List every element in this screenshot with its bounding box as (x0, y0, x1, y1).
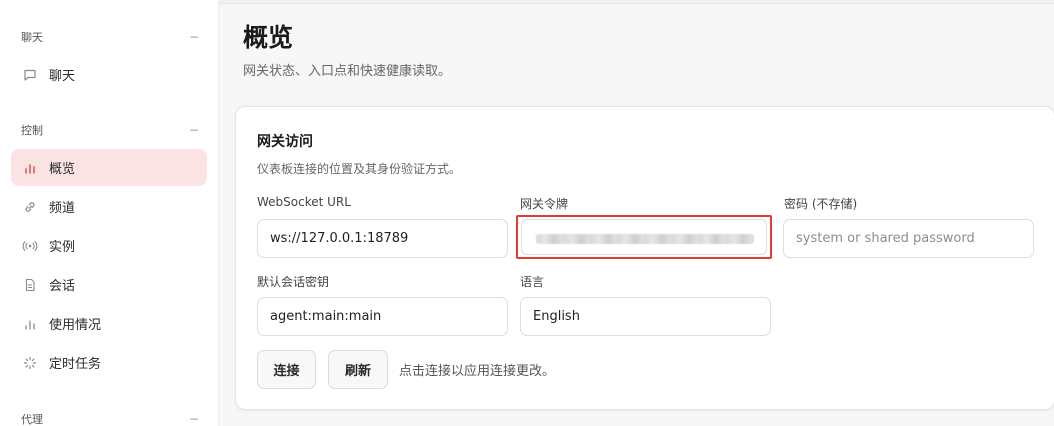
sidebar-section-label: 聊天 (21, 31, 43, 44)
sidebar: 聊天 − 聊天 控制 − 概览 频道 实例 会话 使用情况 定时任务 代理 − (0, 0, 219, 426)
main-content: 概览 网关状态、入口点和快速健康读取。 网关访问 仪表板连接的位置及其身份验证方… (219, 0, 1054, 426)
sidebar-item-label: 实例 (49, 240, 76, 255)
card-title: 网关访问 (257, 134, 313, 150)
radio-signal-icon (22, 238, 38, 254)
gateway-token-label: 网关令牌 (520, 197, 569, 211)
connect-hint: 点击连接以应用连接更改。 (399, 364, 556, 379)
sidebar-section-agent: 代理 − (21, 411, 199, 426)
sidebar-item-label: 频道 (49, 201, 76, 216)
collapse-icon[interactable]: − (189, 123, 199, 137)
app-root: 聊天 − 聊天 控制 − 概览 频道 实例 会话 使用情况 定时任务 代理 − … (0, 0, 1054, 426)
sidebar-item-label: 概览 (49, 162, 76, 177)
password-input[interactable] (783, 219, 1034, 258)
gateway-token-input[interactable] (521, 219, 767, 255)
sidebar-section-chat: 聊天 − (21, 29, 199, 45)
password-label: 密码 (不存储) (784, 197, 858, 211)
session-key-input[interactable] (257, 297, 508, 336)
sidebar-item-usage[interactable]: 使用情况 (11, 305, 207, 342)
sidebar-item-cron[interactable]: 定时任务 (11, 344, 207, 381)
language-label: 语言 (520, 275, 545, 289)
sidebar-item-label: 聊天 (49, 69, 76, 84)
page-title: 概览 (243, 23, 294, 52)
collapse-icon[interactable]: − (189, 30, 199, 44)
sidebar-section-label: 代理 (21, 413, 43, 426)
websocket-url-input[interactable] (257, 219, 508, 258)
sidebar-item-chat[interactable]: 聊天 (11, 56, 207, 93)
sidebar-item-label: 使用情况 (49, 318, 102, 333)
top-divider (219, 0, 1054, 4)
sidebar-section-label: 控制 (21, 124, 43, 137)
gateway-token-highlight (516, 215, 772, 259)
sidebar-section-control: 控制 − (21, 122, 199, 138)
refresh-button[interactable]: 刷新 (328, 350, 388, 389)
sidebar-item-instances[interactable]: 实例 (11, 227, 207, 264)
sidebar-item-channels[interactable]: 频道 (11, 188, 207, 225)
document-icon (22, 277, 38, 293)
websocket-url-label: WebSocket URL (257, 195, 351, 209)
collapse-icon[interactable]: − (189, 412, 199, 426)
card-description: 仪表板连接的位置及其身份验证方式。 (257, 162, 462, 176)
bar-chart-icon (22, 316, 38, 332)
gateway-access-card: 网关访问 仪表板连接的位置及其身份验证方式。 WebSocket URL 网关令… (235, 106, 1054, 410)
redacted-token (536, 234, 754, 244)
sidebar-item-sessions[interactable]: 会话 (11, 266, 207, 303)
sidebar-item-label: 定时任务 (49, 357, 102, 372)
connect-button[interactable]: 连接 (257, 350, 316, 389)
loader-icon (22, 355, 38, 371)
page-subtitle: 网关状态、入口点和快速健康读取。 (243, 64, 452, 79)
bar-chart-icon (22, 160, 38, 176)
link-icon (22, 199, 38, 215)
language-select[interactable] (520, 297, 771, 336)
session-key-label: 默认会话密钥 (257, 275, 330, 289)
sidebar-item-overview[interactable]: 概览 (11, 149, 207, 186)
chat-bubble-icon (22, 67, 38, 83)
sidebar-item-label: 会话 (49, 279, 76, 294)
